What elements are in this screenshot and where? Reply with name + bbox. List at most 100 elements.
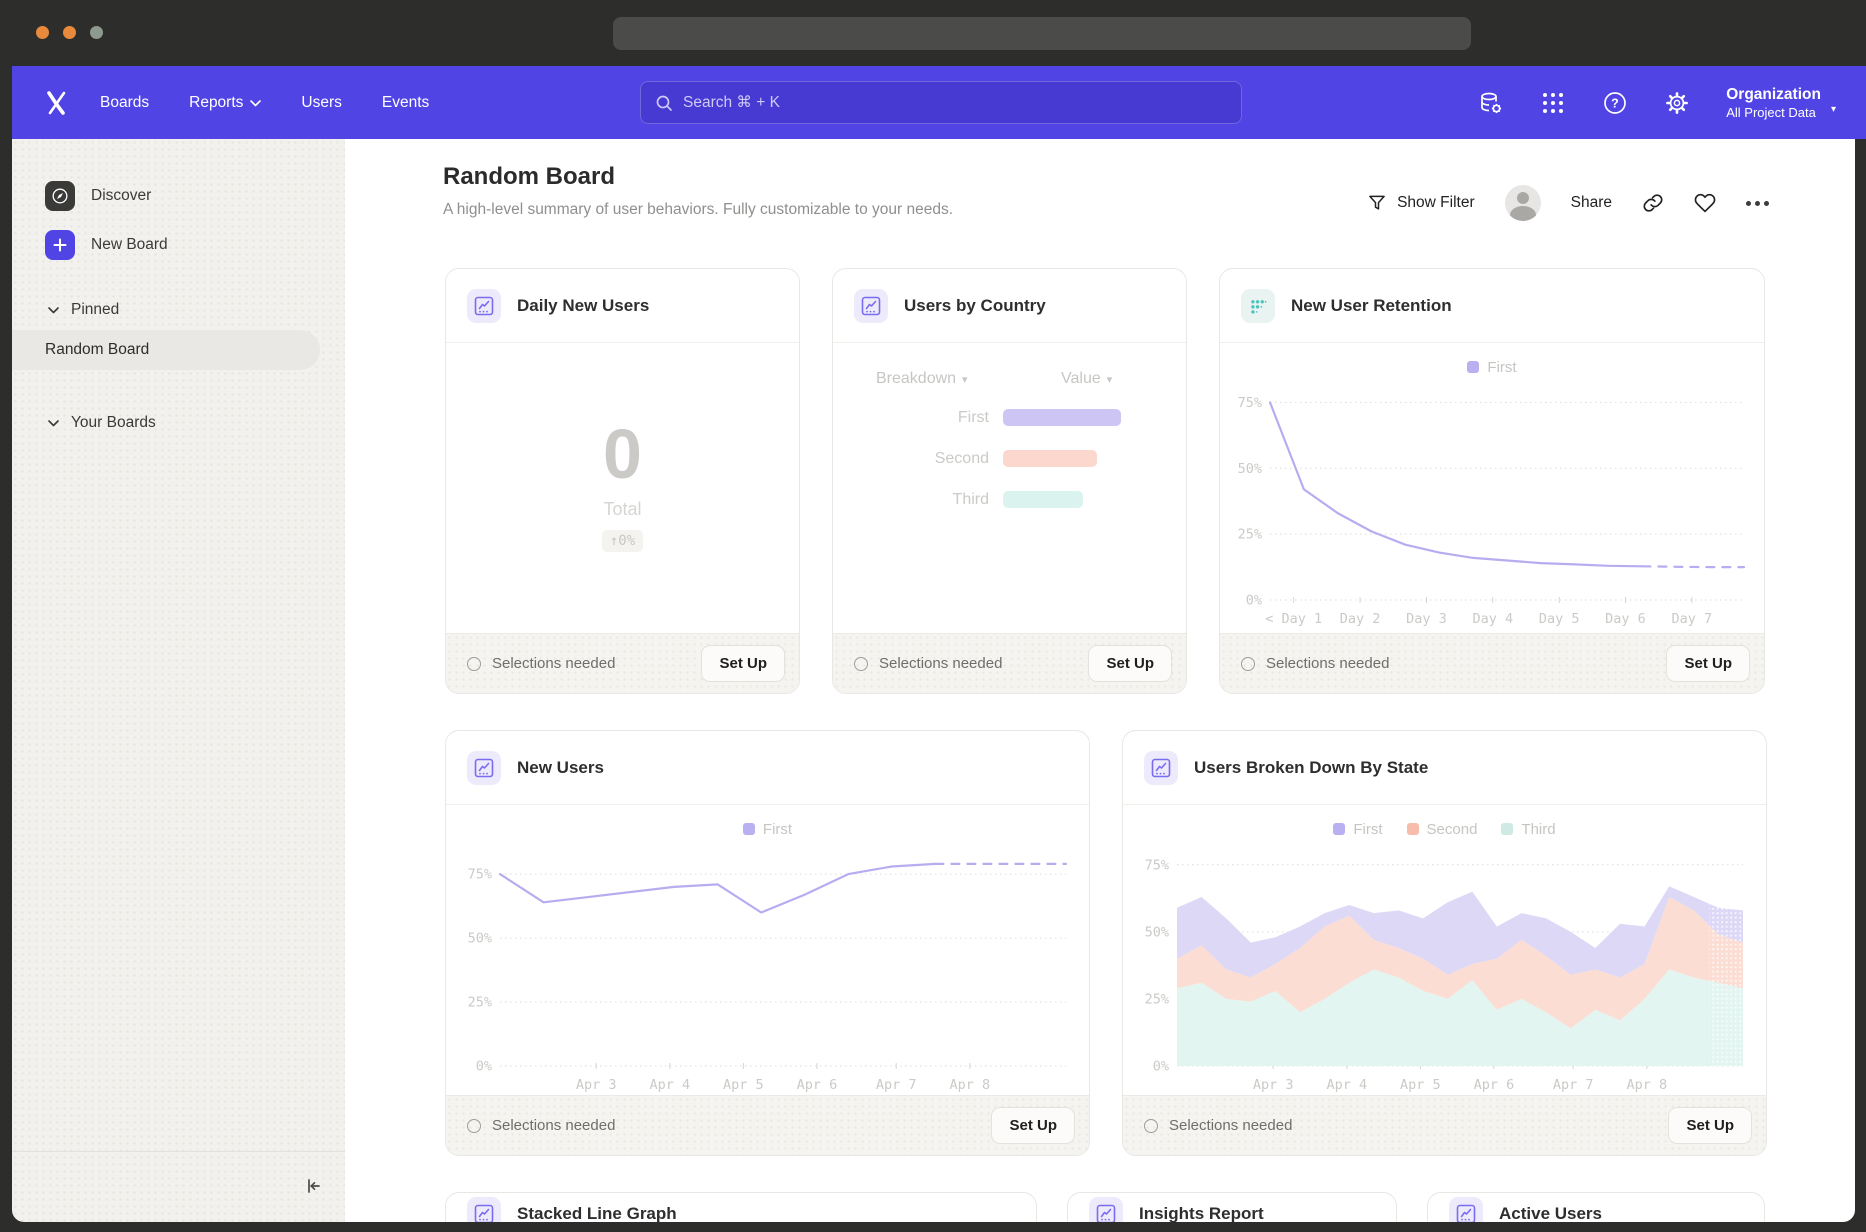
value-dropdown[interactable]: Value▾ — [1061, 370, 1112, 388]
svg-text:25%: 25% — [1238, 527, 1262, 543]
nav-item-label: Users — [301, 94, 341, 112]
chart-legend: First — [446, 805, 1089, 840]
card-new-users: New Users First 75%50%25%0%Apr 3Apr 4Apr… — [445, 730, 1090, 1156]
set-up-button[interactable]: Set Up — [701, 645, 785, 682]
link-icon — [1642, 192, 1664, 214]
org-name: Organization — [1726, 85, 1821, 104]
card-title: New User Retention — [1291, 296, 1452, 316]
retention-line-chart: 75%50%25%0%< Day 1Day 2Day 3Day 4Day 5Da… — [1224, 378, 1760, 630]
line-chart-icon — [854, 289, 888, 323]
set-up-button[interactable]: Set Up — [1666, 645, 1750, 682]
sidebar-section-pinned[interactable]: Pinned — [12, 295, 345, 325]
set-up-button[interactable]: Set Up — [1088, 645, 1172, 682]
card-footer: Selections needed Set Up — [446, 1095, 1089, 1155]
svg-text:Apr 6: Apr 6 — [1473, 1077, 1514, 1093]
plus-icon — [45, 230, 75, 260]
traffic-light-zoom[interactable] — [90, 26, 103, 39]
card-body: 0 Total ↑0% — [446, 343, 799, 633]
card-footer: Selections needed Set Up — [1123, 1095, 1766, 1155]
svg-text:50%: 50% — [1238, 461, 1262, 477]
share-label: Share — [1571, 194, 1612, 212]
cards-row-3: Stacked Line Graph Insights Report — [445, 1192, 1765, 1222]
nav-item-boards[interactable]: Boards — [100, 94, 149, 112]
more-options-button[interactable] — [1746, 201, 1769, 206]
collapse-sidebar-icon[interactable] — [303, 1176, 323, 1201]
chevron-down-icon: ▾ — [1107, 374, 1113, 386]
status-text: Selections needed — [1266, 655, 1389, 672]
card-header: Users by Country — [833, 269, 1186, 343]
card-body: FirstSecondThird 75%50%25%0%Apr 3Apr 4Ap… — [1123, 805, 1766, 1095]
favorite-button[interactable] — [1694, 192, 1716, 214]
country-row-label: Third — [833, 491, 1003, 509]
traffic-light-close[interactable] — [36, 26, 49, 39]
data-management-icon[interactable] — [1478, 90, 1504, 116]
country-bar — [1003, 450, 1097, 467]
svg-text:Apr 5: Apr 5 — [1400, 1077, 1441, 1093]
legend-item[interactable]: Second — [1407, 818, 1478, 840]
card-title: Active Users — [1499, 1204, 1602, 1222]
legend-swatch — [1467, 361, 1479, 373]
set-up-button[interactable]: Set Up — [1668, 1107, 1752, 1144]
share-button[interactable]: Share — [1571, 194, 1612, 212]
card-title: Users Broken Down By State — [1194, 758, 1428, 778]
card-title: Stacked Line Graph — [517, 1204, 677, 1222]
svg-text:Apr 4: Apr 4 — [1326, 1077, 1367, 1093]
legend-swatch — [1333, 823, 1345, 835]
country-row: Third — [833, 491, 1186, 508]
svg-text:Day 2: Day 2 — [1340, 611, 1381, 627]
svg-text:Apr 3: Apr 3 — [575, 1077, 616, 1093]
copy-link-button[interactable] — [1642, 192, 1664, 214]
chevron-down-icon — [48, 420, 59, 427]
sidebar-item-discover[interactable]: Discover — [12, 176, 345, 216]
url-bar[interactable] — [613, 17, 1471, 50]
legend-item[interactable]: First — [1467, 356, 1516, 378]
chevron-down-icon — [250, 100, 261, 107]
show-filter-button[interactable]: Show Filter — [1367, 193, 1475, 213]
help-icon[interactable]: ? — [1602, 90, 1628, 116]
card-footer: Selections needed Set Up — [833, 633, 1186, 693]
legend-swatch — [1501, 823, 1513, 835]
card-footer: Selections needed Set Up — [446, 633, 799, 693]
legend-item[interactable]: Third — [1501, 818, 1555, 840]
sidebar-item-new-board[interactable]: New Board — [12, 225, 345, 265]
traffic-light-minimize[interactable] — [63, 26, 76, 39]
settings-gear-icon[interactable] — [1664, 90, 1690, 116]
sidebar-label-discover: Discover — [91, 187, 151, 205]
board-actions: Show Filter Share — [1367, 185, 1769, 221]
chart-legend: First — [1220, 343, 1764, 378]
status-text: Selections needed — [879, 655, 1002, 672]
country-row-label: First — [833, 409, 1003, 427]
legend-label: First — [1487, 359, 1516, 376]
legend-item[interactable]: First — [1333, 818, 1382, 840]
breakdown-dropdown[interactable]: Breakdown▾ — [876, 370, 968, 388]
heart-icon — [1694, 192, 1716, 214]
main-content: Random Board A high-level summary of use… — [345, 139, 1855, 1222]
status-circle-icon — [467, 657, 481, 671]
nav-item-label: Events — [382, 94, 429, 112]
legend-item[interactable]: First — [743, 818, 792, 840]
mixpanel-logo-icon[interactable] — [42, 88, 72, 118]
card-active-users: Active Users — [1427, 1192, 1765, 1222]
svg-text:0%: 0% — [1152, 1059, 1168, 1075]
sidebar-section-your-boards[interactable]: Your Boards — [12, 408, 345, 438]
card-insights-report: Insights Report — [1067, 1192, 1397, 1222]
svg-text:Apr 5: Apr 5 — [723, 1077, 764, 1093]
sidebar-item-random-board[interactable]: Random Board — [12, 330, 320, 370]
set-up-button[interactable]: Set Up — [991, 1107, 1075, 1144]
card-title: Insights Report — [1139, 1204, 1264, 1222]
org-switcher[interactable]: Organization All Project Data ▾ — [1726, 85, 1836, 121]
card-body: First 75%50%25%0%Apr 3Apr 4Apr 5Apr 6Apr… — [446, 805, 1089, 1095]
legend-swatch — [743, 823, 755, 835]
apps-grid-icon[interactable] — [1540, 90, 1566, 116]
card-footer: Selections needed Set Up — [1220, 633, 1764, 693]
sidebar-section-label: Your Boards — [71, 414, 156, 432]
legend-swatch — [1407, 823, 1419, 835]
card-title: Daily New Users — [517, 296, 649, 316]
traffic-lights — [36, 26, 103, 39]
nav-item-users[interactable]: Users — [301, 94, 341, 112]
nav-item-reports[interactable]: Reports — [189, 94, 261, 112]
line-chart-icon — [1144, 751, 1178, 785]
nav-item-events[interactable]: Events — [382, 94, 429, 112]
avatar[interactable] — [1505, 185, 1541, 221]
search-input[interactable]: Search ⌘ + K — [640, 81, 1242, 124]
